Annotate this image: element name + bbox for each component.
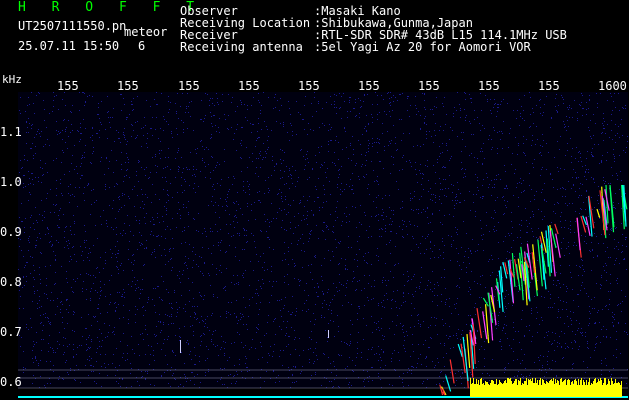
x-tick-label: 155 bbox=[298, 79, 320, 93]
x-tick-label: 1600 bbox=[598, 79, 627, 93]
y-tick-label: 0.8 bbox=[0, 275, 22, 289]
y-tick-label: 0.9 bbox=[0, 225, 22, 239]
x-tick-label: 155 bbox=[238, 79, 260, 93]
y-tick-label: 1.1 bbox=[0, 125, 22, 139]
x-tick-label: 155 bbox=[117, 79, 139, 93]
x-tick-label: 155 bbox=[57, 79, 79, 93]
y-tick-label: 1.0 bbox=[0, 175, 22, 189]
x-tick-label: 155 bbox=[418, 79, 440, 93]
x-tick-label: 155 bbox=[358, 79, 380, 93]
y-unit-label: kHz bbox=[2, 73, 22, 86]
y-tick-label: 0.6 bbox=[0, 375, 22, 389]
spectrogram bbox=[18, 92, 628, 398]
x-tick-label: 155 bbox=[178, 79, 200, 93]
background-noise bbox=[18, 92, 628, 388]
x-tick-label: 155 bbox=[538, 79, 560, 93]
y-tick-label: 0.7 bbox=[0, 325, 22, 339]
x-tick-label: 155 bbox=[478, 79, 500, 93]
